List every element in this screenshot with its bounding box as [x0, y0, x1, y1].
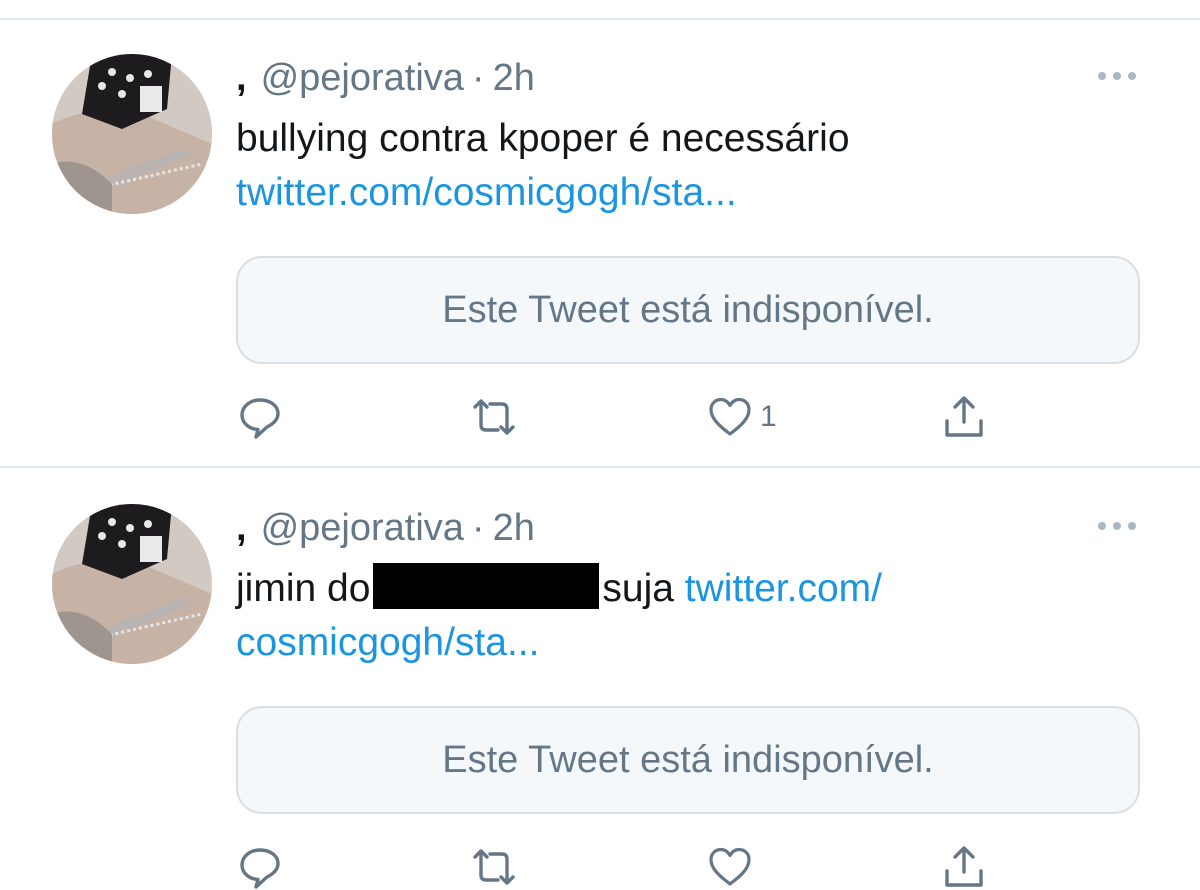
- retweet-button[interactable]: [468, 392, 526, 442]
- user-handle[interactable]: @pejorativa: [261, 507, 464, 549]
- tweet-link-continued[interactable]: cosmicgogh/sta...: [236, 621, 539, 664]
- redaction-block: [373, 563, 600, 609]
- share-button[interactable]: [940, 392, 988, 442]
- avatar-photo: [52, 54, 212, 214]
- timestamp[interactable]: 2h: [493, 507, 535, 549]
- retweet-button[interactable]: [468, 842, 526, 890]
- heart-icon: [709, 397, 751, 436]
- tweet-header: , @pejorativa · 2h: [236, 52, 535, 104]
- tweet-divider: [0, 466, 1200, 468]
- tweet-text-content: bullying contra kpoper é necessário: [236, 117, 850, 160]
- reply-button[interactable]: [236, 842, 290, 890]
- retweet-icon: [473, 399, 515, 435]
- reply-icon: [240, 848, 280, 889]
- tweet-actions: [236, 842, 996, 890]
- top-divider: [0, 18, 1200, 20]
- tweet-feed: , @pejorativa · 2h bullying contra kpoper é…: [0, 0, 1200, 890]
- reply-button[interactable]: [236, 392, 290, 442]
- tweet-text: bullying contra kpoper é necessário twit…: [236, 112, 1136, 220]
- separator: ·: [471, 57, 485, 99]
- avatar[interactable]: [52, 54, 212, 214]
- user-handle[interactable]: @pejorativa: [261, 57, 464, 99]
- avatar[interactable]: [52, 504, 212, 664]
- retweet-icon: [473, 849, 515, 885]
- quoted-tweet-unavailable[interactable]: Este Tweet está indisponível.: [236, 256, 1140, 364]
- like-button[interactable]: 1: [706, 392, 777, 442]
- like-button[interactable]: [706, 842, 760, 890]
- more-options-icon[interactable]: [1094, 64, 1140, 88]
- tweet-text: jimin do suja twitter.com/ cosmicgogh/sta…: [236, 562, 1136, 670]
- display-name[interactable]: ,: [236, 507, 247, 549]
- more-options-icon[interactable]: [1094, 514, 1140, 538]
- share-icon: [945, 846, 983, 887]
- tweet-actions: 1: [236, 392, 996, 442]
- like-count: 1: [760, 400, 777, 433]
- tweet-text-content: jimin do: [236, 567, 371, 610]
- heart-icon: [709, 847, 751, 886]
- quoted-tweet-unavailable[interactable]: Este Tweet está indisponível.: [236, 706, 1140, 814]
- tweet-link[interactable]: twitter.com/cosmicgogh/sta...: [236, 171, 737, 214]
- timestamp[interactable]: 2h: [493, 57, 535, 99]
- display-name[interactable]: ,: [236, 57, 247, 99]
- reply-icon: [240, 398, 280, 439]
- quote-text: Este Tweet está indisponível.: [442, 289, 934, 331]
- share-button[interactable]: [940, 842, 988, 890]
- avatar-photo: [52, 504, 212, 664]
- separator: ·: [471, 507, 485, 549]
- share-icon: [945, 396, 983, 437]
- tweet-header: , @pejorativa · 2h: [236, 502, 535, 554]
- quote-text: Este Tweet está indisponível.: [442, 739, 934, 781]
- tweet-link[interactable]: twitter.com/: [685, 567, 882, 610]
- tweet-text-content-after: suja: [602, 567, 674, 610]
